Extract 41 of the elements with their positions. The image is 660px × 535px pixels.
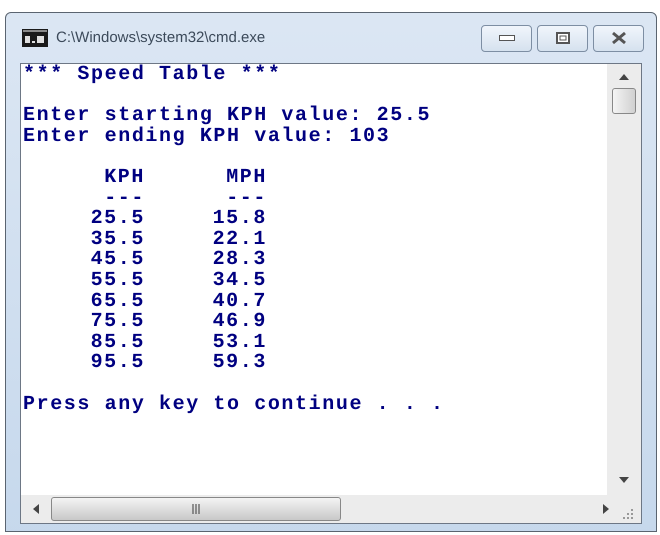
table-value: 35.5: [90, 230, 145, 250]
table-value: 53.1: [212, 332, 267, 354]
header-underline: ---: [104, 188, 145, 210]
scroll-up-icon[interactable]: [619, 74, 629, 80]
table-value: 59.3: [212, 353, 267, 374]
column-header: MPH: [226, 168, 267, 189]
header-underline: ---: [226, 188, 267, 210]
table-value: 15.8: [212, 209, 267, 230]
table-value: 34.5: [212, 270, 267, 292]
vertical-scrollbar[interactable]: [607, 64, 641, 495]
table-value: 28.3: [212, 250, 267, 271]
scrollbar-thumb[interactable]: [51, 497, 341, 521]
minimize-icon: [498, 35, 514, 41]
restore-icon: [556, 32, 570, 44]
table-value: 25.5: [90, 209, 145, 230]
grip-icon: [192, 504, 200, 514]
close-icon: [610, 31, 626, 45]
resize-grip-icon[interactable]: [623, 509, 633, 519]
console-app-icon: [22, 29, 48, 47]
table-value: 55.5: [90, 270, 145, 292]
console-prompt: Enter starting KPH value: 25.5: [23, 106, 432, 127]
table-value: 45.5: [90, 250, 145, 271]
table-value: 46.9: [212, 312, 267, 333]
window-title: C:\Windows\system32\cmd.exe: [56, 28, 266, 48]
scroll-left-icon[interactable]: [33, 504, 39, 514]
scroll-down-icon[interactable]: [619, 477, 629, 483]
close-button[interactable]: [593, 24, 644, 52]
scrollbar-thumb[interactable]: [612, 88, 636, 114]
scroll-right-icon[interactable]: [603, 504, 609, 514]
maximize-button[interactable]: [537, 24, 588, 52]
table-value: 95.5: [90, 353, 145, 374]
console-heading: *** Speed Table ***: [23, 65, 282, 86]
console-message: Press any key to continue . . .: [23, 394, 445, 416]
console-prompt: Enter ending KPH value: 103: [23, 126, 390, 148]
column-header: KPH: [104, 168, 145, 189]
table-value: 22.1: [212, 230, 267, 250]
minimize-button[interactable]: [481, 24, 532, 52]
table-value: 40.7: [212, 292, 267, 312]
table-value: 75.5: [90, 312, 145, 333]
table-value: 65.5: [90, 292, 145, 312]
table-value: 85.5: [90, 332, 145, 354]
